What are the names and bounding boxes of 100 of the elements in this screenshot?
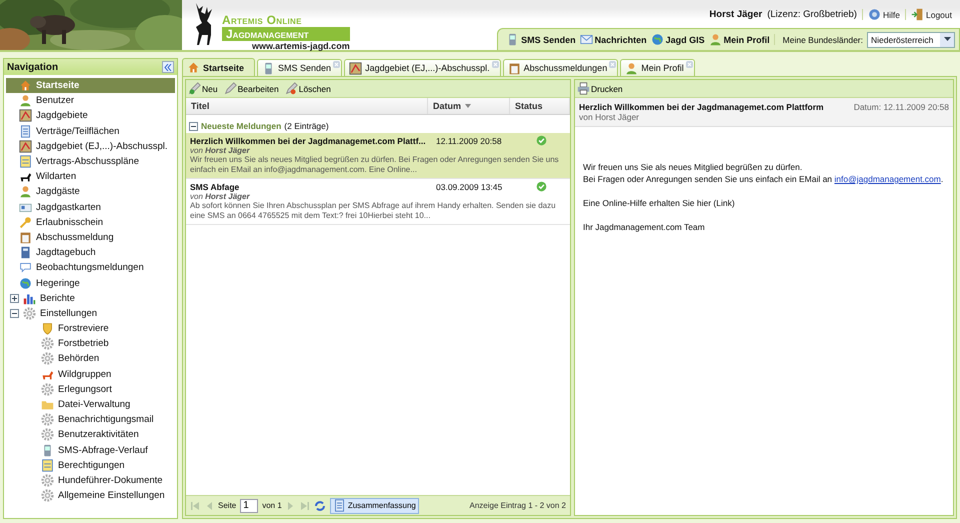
nav-item[interactable]: Wildgruppen	[6, 366, 175, 382]
bar-chart-icon	[23, 292, 36, 305]
collapse-icon[interactable]	[189, 122, 198, 130]
message-row[interactable]	[186, 179, 570, 225]
license-label: (Lizenz: Großbetrieb)	[767, 9, 857, 20]
nav-item[interactable]: Jagdtagebuch	[6, 245, 175, 260]
delete-icon	[284, 82, 298, 95]
nav-item[interactable]: Berechtigungen	[6, 458, 175, 473]
user-name: Horst Jäger	[709, 9, 762, 20]
first-page-icon[interactable]	[190, 500, 200, 510]
message-date: Datum: 12.11.2009 20:58	[854, 102, 949, 114]
collapse-button[interactable]	[162, 61, 174, 73]
close-icon[interactable]	[333, 61, 340, 68]
pencil-icon	[224, 82, 237, 95]
message-author: von Horst Jäger	[579, 112, 640, 122]
nav-item[interactable]: Benachrichtigungsmail	[6, 412, 175, 428]
nav-item[interactable]: Vertrags-Abschusspläne	[6, 154, 175, 170]
header-link[interactable]: Logout	[911, 8, 952, 21]
nav-item[interactable]: Datei-Verwaltung	[6, 396, 175, 412]
nav-item[interactable]: Verträge/Teilflächen	[6, 124, 175, 139]
nav-item[interactable]: Hundeführer-Dokumente	[6, 472, 175, 488]
nav-item[interactable]: Jagdgebiet (EJ,...)-Abschusspl.	[6, 138, 175, 154]
toolbar-button[interactable]: Löschen	[284, 82, 331, 95]
nav-item[interactable]: Erlaubnisschein	[6, 214, 175, 230]
nav-item[interactable]: Jagdgastkarten	[6, 200, 175, 215]
message-date: 03.09.2009 13:45	[436, 182, 504, 192]
message-paragraph: Eine Online-Hilfe erhalten Sie hier (Link)	[583, 197, 736, 209]
nav-item[interactable]: Wildarten	[6, 169, 175, 184]
close-icon[interactable]	[609, 61, 616, 68]
logo-subtitle: Jagdmanagement	[222, 27, 350, 41]
nav-item[interactable]: Jagdgäste	[6, 184, 175, 200]
region-select[interactable]: Niederösterreich	[867, 32, 955, 48]
nav-item[interactable]: Jagdgebiete	[6, 108, 175, 124]
gear-icon	[23, 306, 36, 320]
nav-item[interactable]: Allgemeine Einstellungen	[6, 488, 175, 504]
close-icon[interactable]	[686, 61, 693, 68]
toolbar-button[interactable]: SMS Senden	[506, 33, 576, 46]
nav-item[interactable]: Benutzer	[6, 93, 175, 108]
gear-icon	[41, 489, 54, 502]
nav-item[interactable]: Erlegungsort	[6, 382, 175, 397]
nav-item[interactable]: Hegeringe	[6, 275, 175, 291]
gear-icon	[41, 413, 54, 426]
door-icon	[911, 8, 924, 21]
gear-icon	[41, 428, 54, 442]
map-icon	[19, 109, 32, 122]
page-total: von 1	[262, 501, 282, 510]
nav-item[interactable]: Forstreviere	[6, 321, 175, 336]
message-author: von Horst Jäger	[190, 146, 251, 155]
expand-icon[interactable]	[10, 294, 19, 303]
person-icon	[19, 94, 32, 108]
nav-item[interactable]: Benutzeraktivitäten	[6, 427, 175, 442]
close-icon[interactable]	[492, 61, 499, 68]
panel-title: Navigation	[7, 62, 58, 72]
person-icon	[708, 33, 722, 46]
tab[interactable]: Jagdgebiet (EJ,...)-Abschusspl.	[344, 59, 501, 76]
nav-item[interactable]: SMS-Abfrage-Verlauf	[6, 442, 175, 458]
check-icon	[536, 181, 546, 192]
message-row[interactable]	[186, 133, 570, 179]
message-preview: Ab sofort können Sie Ihren Abschussplan per SMS Abfrage auf ihrem Handy erhalten. Senden sie dazu eine SMS an 0664 4765525 mit dem Text:? frei 10Hierbei steht 10...	[190, 201, 557, 221]
toolbar-button[interactable]: Neu	[188, 82, 218, 95]
last-page-icon[interactable]	[300, 500, 310, 510]
email-link[interactable]: info@jagdmanagement.com	[834, 174, 941, 184]
check-icon	[536, 135, 546, 146]
nav-item[interactable]: Abschussmeldung	[6, 230, 175, 246]
speech-bubble-icon	[19, 261, 32, 274]
nav-item[interactable]: Startseite	[6, 78, 175, 94]
logo-title: Artemis Online	[222, 13, 303, 27]
region-label: Meine Bundesländer:	[782, 34, 863, 44]
nav-item[interactable]: Behörden	[6, 351, 175, 367]
toolbar-button[interactable]: Nachrichten	[580, 33, 647, 46]
message-paragraph: Ihr Jagdmanagement.com Team	[583, 221, 706, 233]
summary-button[interactable]: Zusammenfassung	[330, 498, 419, 514]
tab[interactable]: Startseite	[182, 58, 256, 76]
page-field[interactable]: 1	[240, 498, 258, 512]
tab[interactable]: SMS Senden	[257, 59, 342, 76]
column-header[interactable]: Datum	[428, 98, 510, 114]
toolbar-button[interactable]: Mein Profil	[708, 33, 770, 46]
refresh-icon[interactable]	[314, 500, 326, 512]
tab[interactable]: Mein Profil	[620, 59, 695, 76]
document-icon	[41, 458, 54, 472]
map-icon	[349, 62, 362, 74]
header-link[interactable]: Hilfe	[868, 8, 900, 21]
document-icon	[19, 155, 32, 168]
nav-item[interactable]: Berichte	[6, 290, 175, 306]
nav-item[interactable]: Einstellungen	[6, 306, 175, 321]
tab[interactable]: Abschussmeldungen	[502, 59, 618, 76]
nav-item[interactable]: Beobachtungsmeldungen	[6, 260, 175, 276]
document-icon	[19, 124, 32, 138]
house-icon	[19, 79, 32, 92]
globe-icon	[650, 33, 664, 46]
toolbar-button[interactable]: Jagd GIS	[650, 33, 705, 46]
house-icon	[187, 61, 200, 74]
column-header[interactable]: Status	[510, 98, 570, 114]
column-header[interactable]: Titel	[186, 98, 428, 114]
collapse-icon[interactable]	[10, 308, 19, 318]
person-icon	[19, 185, 32, 198]
nav-item[interactable]: Forstbetrieb	[6, 336, 175, 352]
toolbar-button[interactable]: Bearbeiten	[224, 82, 279, 95]
print-button[interactable]: Drucken	[577, 82, 623, 95]
document-icon	[332, 499, 346, 512]
